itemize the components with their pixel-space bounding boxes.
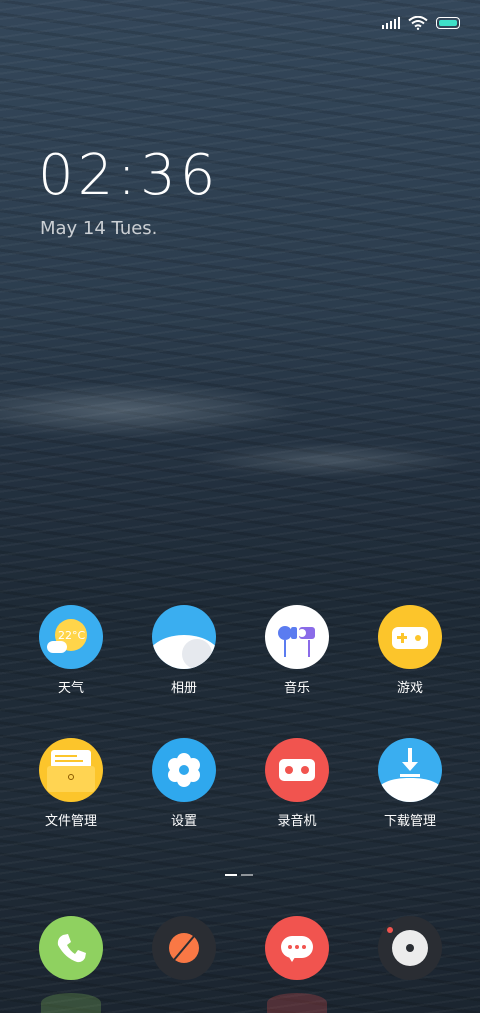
lockscreen-time: 02:36: [38, 143, 220, 208]
page-indicator: [225, 874, 253, 876]
app-label: 游戏: [396, 681, 423, 696]
signal-icon: [382, 17, 400, 29]
messages-icon: [265, 916, 329, 980]
app-download-manager[interactable]: 下载管理: [360, 738, 460, 829]
dock-reflection: [41, 993, 101, 1013]
dock-reflection: [267, 993, 327, 1013]
wifi-icon: [408, 16, 428, 30]
app-label: 录音机: [277, 814, 317, 829]
app-label: 文件管理: [44, 814, 97, 829]
app-gallery[interactable]: 相册: [134, 605, 234, 696]
app-settings[interactable]: 设置: [134, 738, 234, 829]
dock-messages[interactable]: [247, 916, 347, 980]
app-label: 设置: [170, 814, 197, 829]
gallery-icon: [152, 605, 216, 669]
lockscreen-date: May 14 Tues.: [40, 218, 158, 239]
page-dot: [241, 874, 253, 876]
weather-icon: 22°C: [39, 605, 103, 669]
dock-phone[interactable]: [21, 916, 121, 980]
download-icon: [378, 738, 442, 802]
game-icon: [378, 605, 442, 669]
app-games[interactable]: 游戏: [360, 605, 460, 696]
browser-icon: [152, 916, 216, 980]
app-file-manager[interactable]: 文件管理: [21, 738, 121, 829]
phone-icon: [39, 916, 103, 980]
dock-camera[interactable]: [360, 916, 460, 980]
music-icon: [265, 605, 329, 669]
app-weather[interactable]: 22°C 天气: [21, 605, 121, 696]
app-label: 天气: [57, 681, 84, 696]
app-label: 音乐: [283, 681, 310, 696]
app-label: 相册: [170, 681, 197, 696]
settings-gear-icon: [152, 738, 216, 802]
app-label: 下载管理: [383, 814, 436, 829]
folder-icon: [39, 738, 103, 802]
app-music[interactable]: 音乐: [247, 605, 347, 696]
app-recorder[interactable]: 录音机: [247, 738, 347, 829]
weather-temp: 22°C: [58, 629, 86, 642]
recorder-icon: [265, 738, 329, 802]
battery-icon: [436, 17, 460, 29]
status-bar: [382, 16, 460, 30]
camera-icon: [378, 916, 442, 980]
page-dot: [225, 874, 237, 876]
dock-browser[interactable]: [134, 916, 234, 980]
